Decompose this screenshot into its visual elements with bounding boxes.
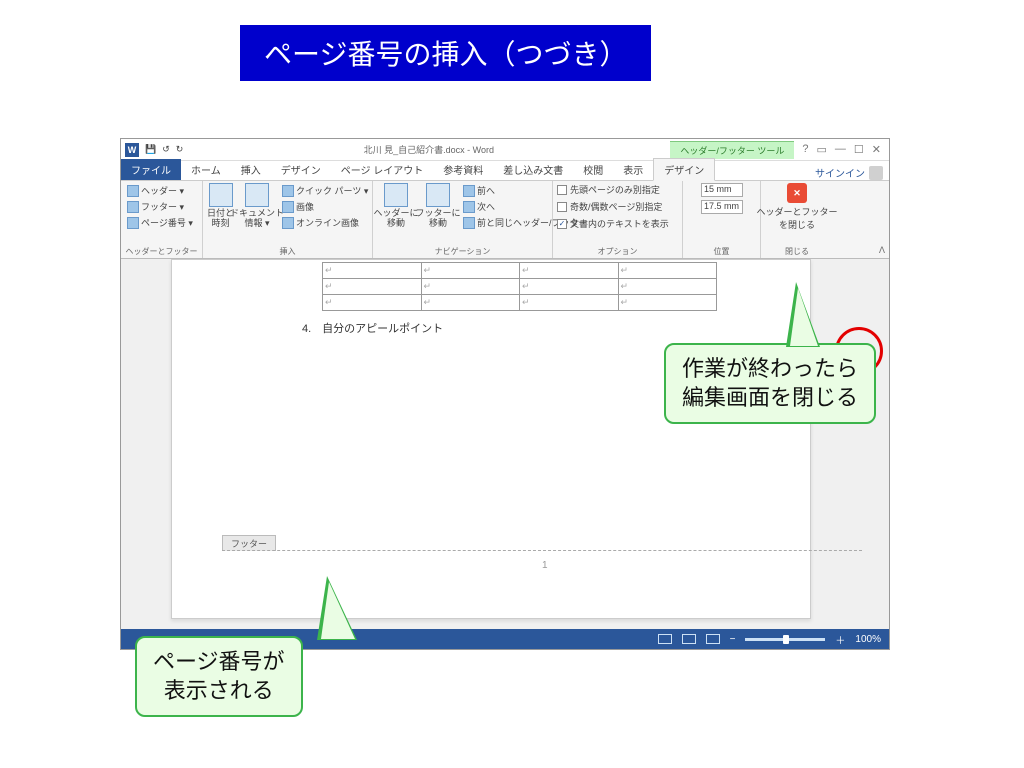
avatar-icon	[869, 166, 883, 180]
page-number-dropdown[interactable]: ページ番号 ▾	[125, 215, 195, 230]
group-position: 位置	[687, 245, 756, 258]
minimize-icon[interactable]: —	[835, 143, 846, 156]
print-layout-icon[interactable]	[658, 634, 672, 644]
zoom-slider[interactable]	[745, 638, 825, 641]
odd-even-checkbox[interactable]: 奇数/偶数ページ別指定	[557, 200, 669, 213]
ribbon-tabs: ファイル ホーム 挿入 デザイン ページ レイアウト 参考資料 差し込み文書 校…	[121, 161, 889, 181]
first-page-checkbox[interactable]: 先頭ページのみ別指定	[557, 183, 669, 196]
footer-dropdown[interactable]: フッター ▾	[125, 199, 195, 214]
goto-header-icon	[384, 183, 408, 207]
tab-insert[interactable]: 挿入	[231, 159, 271, 180]
tab-file[interactable]: ファイル	[121, 159, 181, 180]
quickparts-icon	[282, 185, 294, 197]
footer-position-input[interactable]: 17.5 mm	[687, 200, 743, 214]
collapse-ribbon-icon[interactable]: ᐱ	[879, 245, 885, 256]
tab-references[interactable]: 参考資料	[433, 159, 493, 180]
header-dropdown[interactable]: ヘッダー ▾	[125, 183, 195, 198]
goto-footer-icon	[426, 183, 450, 207]
goto-header-button[interactable]: ヘッダーに 移動	[377, 183, 415, 229]
tab-home[interactable]: ホーム	[181, 159, 231, 180]
group-navigation: ナビゲーション	[377, 245, 548, 258]
title-bar: W 💾 ↺ ↻ 北川 見_自己紹介書.docx - Word ヘッダー/フッター…	[121, 139, 889, 161]
ribbon: ヘッダー ▾ フッター ▾ ページ番号 ▾ ヘッダーとフッター 日付と 時刻 ド…	[121, 181, 889, 259]
web-layout-icon[interactable]	[706, 634, 720, 644]
picture-icon	[282, 201, 294, 213]
slide-title: ページ番号の挿入（つづき）	[240, 25, 651, 81]
footer-label-tab: フッター	[222, 535, 276, 551]
callout-close-editor: 作業が終わったら編集画面を閉じる	[664, 343, 876, 424]
docinfo-button[interactable]: ドキュメント 情報 ▾	[238, 183, 276, 229]
group-insert: 挿入	[207, 245, 368, 258]
tab-hf-design[interactable]: デザイン	[653, 158, 715, 181]
save-icon[interactable]: 💾	[145, 144, 156, 155]
document-title: 北川 見_自己紹介書.docx - Word	[187, 143, 670, 156]
footer-icon	[127, 201, 139, 213]
picture-button[interactable]: 画像	[280, 199, 370, 214]
context-tools-label: ヘッダー/フッター ツール	[670, 141, 794, 159]
group-options: オプション	[557, 245, 678, 258]
undo-icon[interactable]: ↺	[162, 144, 170, 155]
prev-icon	[463, 185, 475, 197]
close-header-footer-button[interactable]: ✕ ヘッダーとフッター を閉じる	[757, 183, 838, 231]
document-table: ↵↵↵↵ ↵↵↵↵ ↵↵↵↵	[322, 262, 717, 311]
tab-review[interactable]: 校閲	[573, 159, 613, 180]
help-icon[interactable]: ?	[802, 143, 808, 156]
online-picture-button[interactable]: オンライン画像	[280, 215, 370, 230]
show-text-checkbox[interactable]: ✓文書内のテキストを表示	[557, 217, 669, 230]
read-mode-icon[interactable]	[682, 634, 696, 644]
tab-view[interactable]: 表示	[613, 159, 653, 180]
group-close: 閉じる	[765, 245, 829, 258]
footer-divider	[222, 550, 862, 551]
close-hf-icon: ✕	[787, 183, 807, 203]
zoom-level[interactable]: 100%	[855, 634, 881, 645]
page: ↵↵↵↵ ↵↵↵↵ ↵↵↵↵ 4. 自分のアピールポイント フッター 1	[171, 259, 811, 619]
docinfo-icon	[245, 183, 269, 207]
top-margin-icon	[687, 184, 699, 196]
fullscreen-icon[interactable]: ▭	[817, 143, 827, 156]
group-header-footer: ヘッダーとフッター	[125, 245, 198, 258]
link-icon	[463, 217, 475, 229]
goto-footer-button[interactable]: フッターに 移動	[419, 183, 457, 229]
zoom-out-button[interactable]: −	[730, 634, 736, 645]
tab-mailings[interactable]: 差し込み文書	[493, 159, 573, 180]
calendar-icon	[209, 183, 233, 207]
document-area: ↵↵↵↵ ↵↵↵↵ ↵↵↵↵ 4. 自分のアピールポイント フッター 1	[121, 259, 889, 629]
sign-in-link[interactable]: サインイン	[815, 165, 889, 180]
page-number-display: 1	[542, 560, 548, 571]
tab-page-layout[interactable]: ページ レイアウト	[331, 159, 434, 180]
redo-icon[interactable]: ↻	[176, 144, 184, 155]
restore-icon[interactable]: ☐	[854, 143, 864, 156]
next-icon	[463, 201, 475, 213]
document-heading: 4. 自分のアピールポイント	[302, 320, 443, 336]
bottom-margin-icon	[687, 201, 699, 213]
callout-page-number: ページ番号が表示される	[135, 636, 303, 717]
online-picture-icon	[282, 217, 294, 229]
pagenum-icon	[127, 217, 139, 229]
header-icon	[127, 185, 139, 197]
quickparts-button[interactable]: クイック パーツ ▾	[280, 183, 370, 198]
tab-design[interactable]: デザイン	[271, 159, 331, 180]
header-position-input[interactable]: 15 mm	[687, 183, 743, 197]
word-icon: W	[125, 143, 139, 157]
zoom-in-button[interactable]: ＋	[835, 632, 845, 647]
close-icon[interactable]: ✕	[872, 143, 881, 156]
